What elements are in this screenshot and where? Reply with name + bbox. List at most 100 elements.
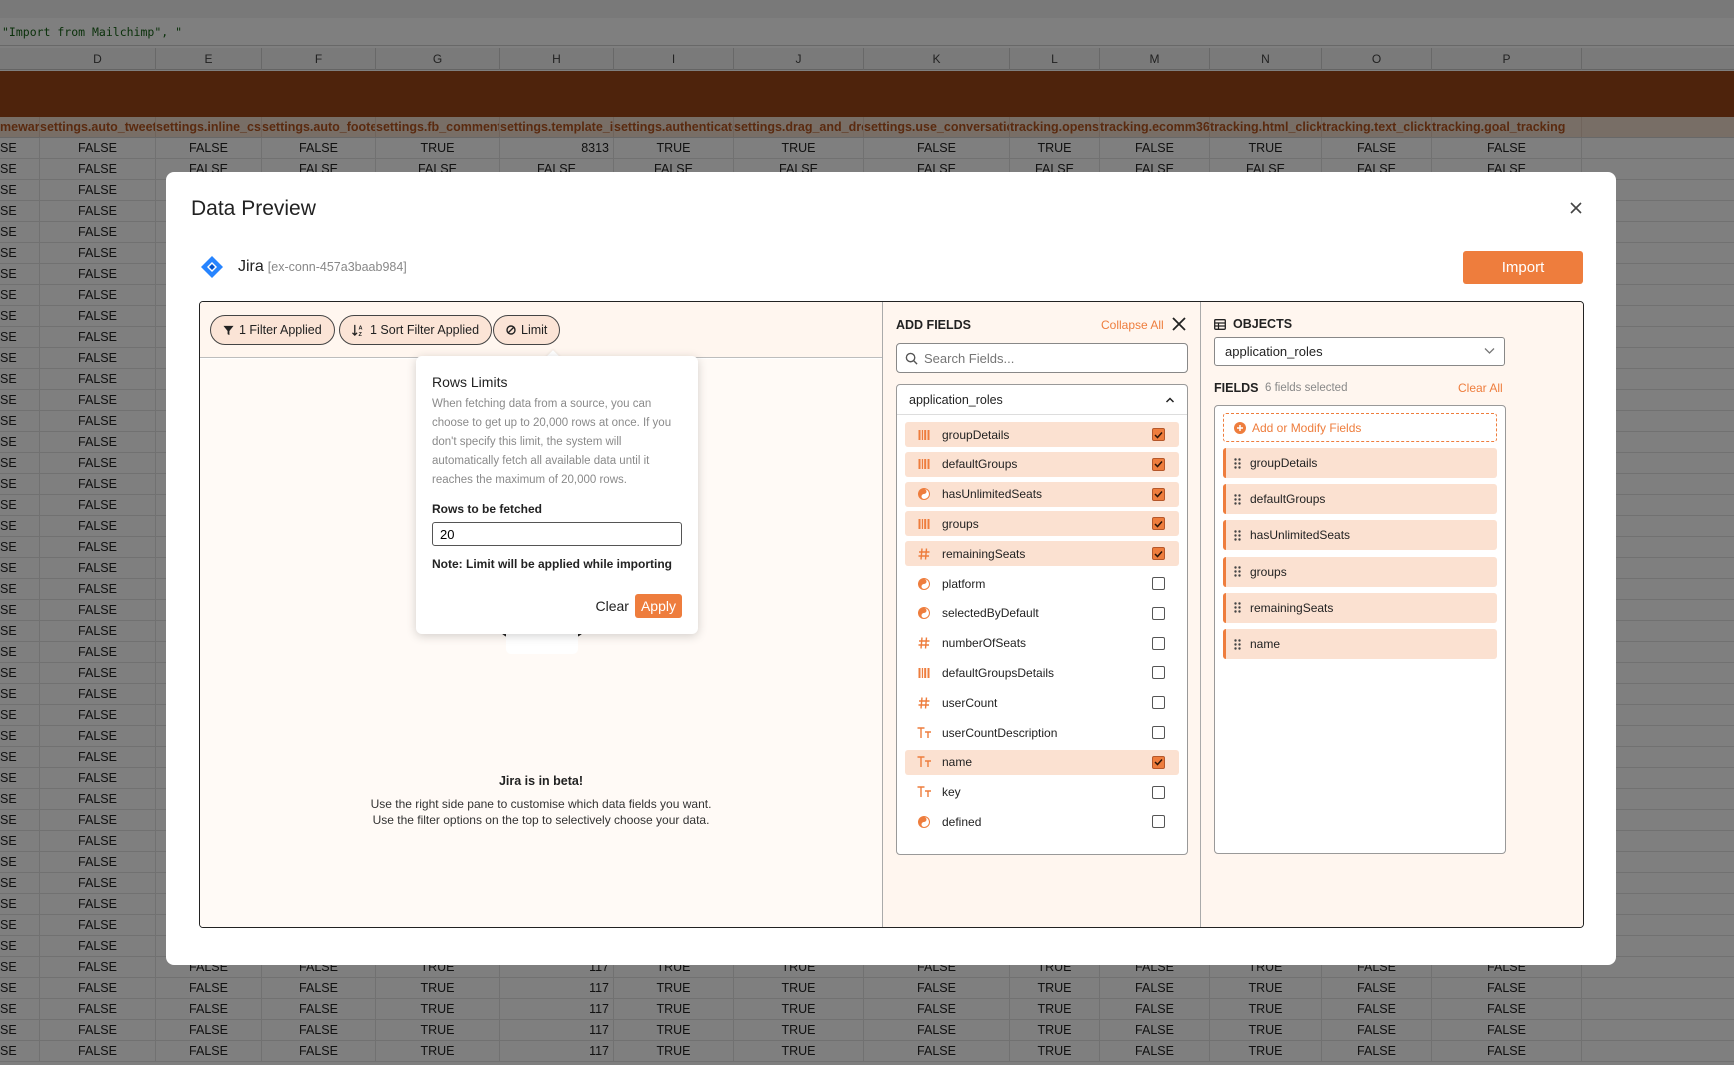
add-fields-pane: ADD FIELDS Collapse All application_role…: [882, 302, 1200, 927]
beta-description-line: Use the right side pane to customise whi…: [370, 797, 712, 811]
rows-limit-popover: Rows Limits When fetching data from a so…: [416, 356, 698, 634]
number-icon: [916, 546, 932, 562]
field-checkbox[interactable]: [1152, 666, 1165, 680]
fields-title: FIELDS: [1214, 381, 1259, 395]
number-icon: [916, 635, 932, 651]
rows-limit-input[interactable]: [432, 522, 682, 546]
selected-field-label: hasUnlimitedSeats: [1250, 528, 1351, 543]
checkmark-icon: [1154, 461, 1163, 468]
object-select[interactable]: application_roles: [1214, 337, 1505, 366]
import-button[interactable]: Import: [1463, 251, 1583, 284]
selected-field-label: defaultGroups: [1250, 492, 1326, 507]
selected-field-item[interactable]: hasUnlimitedSeats: [1223, 520, 1497, 551]
drag-handle-icon[interactable]: [1234, 602, 1241, 613]
add-fields-title: ADD FIELDS: [896, 318, 971, 332]
checkmark-icon: [1154, 550, 1163, 558]
add-modify-label: Add or Modify Fields: [1252, 420, 1362, 435]
field-checkbox[interactable]: [1152, 457, 1165, 471]
field-label: userCount: [942, 695, 998, 710]
rows-input-label: Rows to be fetched: [432, 502, 543, 516]
field-row[interactable]: hasUnlimitedSeats: [905, 481, 1179, 507]
field-row[interactable]: platform: [905, 571, 1179, 596]
object-group-name: application_roles: [909, 392, 1003, 407]
field-row[interactable]: key: [905, 780, 1179, 805]
field-row[interactable]: userCountDescription: [905, 720, 1179, 745]
limit-chip[interactable]: Limit: [493, 315, 561, 345]
table-icon: [1214, 318, 1226, 330]
drag-handle-icon[interactable]: [1234, 638, 1241, 650]
selected-field-item[interactable]: defaultGroups: [1223, 484, 1497, 515]
field-checkbox[interactable]: [1152, 517, 1165, 531]
array-icon: [916, 516, 932, 532]
close-icon[interactable]: [1566, 198, 1586, 218]
limit-note: Note: Limit will be applied while import…: [432, 557, 673, 571]
selected-field-label: groups: [1250, 564, 1287, 579]
field-checkbox[interactable]: [1152, 428, 1165, 441]
boolean-icon: [916, 486, 932, 502]
field-row[interactable]: defaultGroups: [905, 451, 1179, 477]
boolean-icon: [916, 576, 932, 592]
field-row[interactable]: userCount: [905, 690, 1179, 715]
field-row[interactable]: groupDetails: [905, 422, 1179, 447]
boolean-icon: [916, 605, 932, 621]
source-connection-id: [ex-conn-457a3baab984]: [267, 260, 407, 274]
selected-field-item[interactable]: groups: [1223, 556, 1497, 587]
field-row[interactable]: name: [905, 749, 1179, 775]
checkmark-icon: [1154, 759, 1163, 766]
beta-description: Use the right side pane to customise whi…: [200, 796, 882, 828]
clear-button[interactable]: Clear: [596, 598, 629, 614]
selected-field-item[interactable]: remainingSeats: [1223, 592, 1497, 623]
field-row[interactable]: selectedByDefault: [905, 601, 1179, 626]
field-checkbox[interactable]: [1152, 696, 1165, 710]
field-checkbox[interactable]: [1152, 487, 1165, 501]
field-row[interactable]: defaultGroupsDetails: [905, 660, 1179, 685]
modal-title: Data Preview: [191, 197, 316, 220]
drag-handle-icon[interactable]: [1234, 566, 1241, 577]
object-group-header[interactable]: application_roles: [897, 385, 1187, 415]
drag-handle-icon[interactable]: [1234, 493, 1241, 505]
field-label: platform: [942, 576, 986, 591]
field-row[interactable]: groups: [905, 511, 1179, 537]
field-checkbox[interactable]: [1152, 606, 1165, 620]
filter-chip[interactable]: 1 Filter Applied: [210, 315, 335, 345]
collapse-all-link[interactable]: Collapse All: [1101, 318, 1164, 332]
text-icon: [916, 754, 932, 770]
text-icon: [916, 784, 932, 800]
field-label: remainingSeats: [942, 546, 1026, 561]
field-checkbox[interactable]: [1152, 726, 1165, 739]
search-input[interactable]: [924, 350, 1174, 366]
source-header: Jira [ex-conn-457a3baab984]: [200, 254, 407, 280]
add-modify-fields-button[interactable]: Add or Modify Fields: [1223, 413, 1497, 442]
clear-all-link[interactable]: Clear All: [1458, 381, 1503, 395]
filter-toolbar: 1 Filter Applied AZ 1 Sort Filter Applie…: [200, 302, 882, 358]
field-row[interactable]: remainingSeats: [905, 541, 1179, 567]
filter-icon: [223, 325, 234, 335]
field-checkbox[interactable]: [1152, 577, 1165, 590]
field-row[interactable]: numberOfSeats: [905, 631, 1179, 656]
popover-description: When fetching data from a source, you ca…: [432, 398, 672, 486]
selected-field-label: remainingSeats: [1250, 600, 1334, 615]
field-label: name: [942, 755, 973, 770]
source-name: Jira: [238, 258, 264, 275]
field-label: defaultGroupsDetails: [942, 665, 1055, 680]
drag-handle-icon[interactable]: [1234, 457, 1241, 469]
drag-handle-icon[interactable]: [1234, 530, 1241, 541]
field-checkbox[interactable]: [1152, 785, 1165, 799]
field-label: key: [942, 785, 961, 800]
field-checkbox[interactable]: [1152, 755, 1165, 769]
selected-field-item[interactable]: groupDetails: [1223, 448, 1497, 478]
apply-button[interactable]: Apply: [634, 594, 682, 618]
sort-icon: AZ: [352, 324, 363, 337]
field-label: groups: [942, 516, 979, 531]
jira-logo-icon: [201, 256, 223, 278]
close-pane-icon[interactable]: [1171, 316, 1187, 332]
fields-count: 6 fields selected: [1265, 382, 1348, 394]
sort-chip[interactable]: AZ 1 Sort Filter Applied: [339, 315, 493, 345]
objects-header: OBJECTS: [1214, 317, 1292, 331]
field-row[interactable]: defined: [905, 809, 1179, 834]
selected-field-item[interactable]: name: [1223, 629, 1497, 659]
beta-description-line: Use the filter options on the top to sel…: [372, 813, 710, 827]
field-checkbox[interactable]: [1152, 815, 1165, 829]
field-checkbox[interactable]: [1152, 547, 1165, 561]
field-checkbox[interactable]: [1152, 636, 1165, 650]
